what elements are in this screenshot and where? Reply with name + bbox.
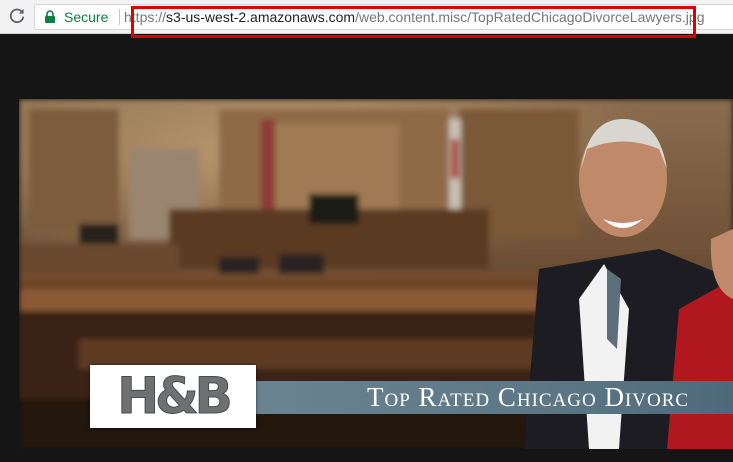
logo-text: H&B (117, 367, 234, 426)
firm-logo: H&B (90, 365, 256, 428)
banner-image: H&B Top Rated Chicago Divorc (19, 99, 733, 449)
banner-tagline: Top Rated Chicago Divorc (367, 382, 690, 412)
reload-icon[interactable] (8, 7, 26, 25)
lock-icon (45, 10, 55, 23)
address-divider (119, 9, 120, 25)
url-highlight-box (131, 6, 696, 38)
secure-label: Secure (64, 9, 109, 25)
